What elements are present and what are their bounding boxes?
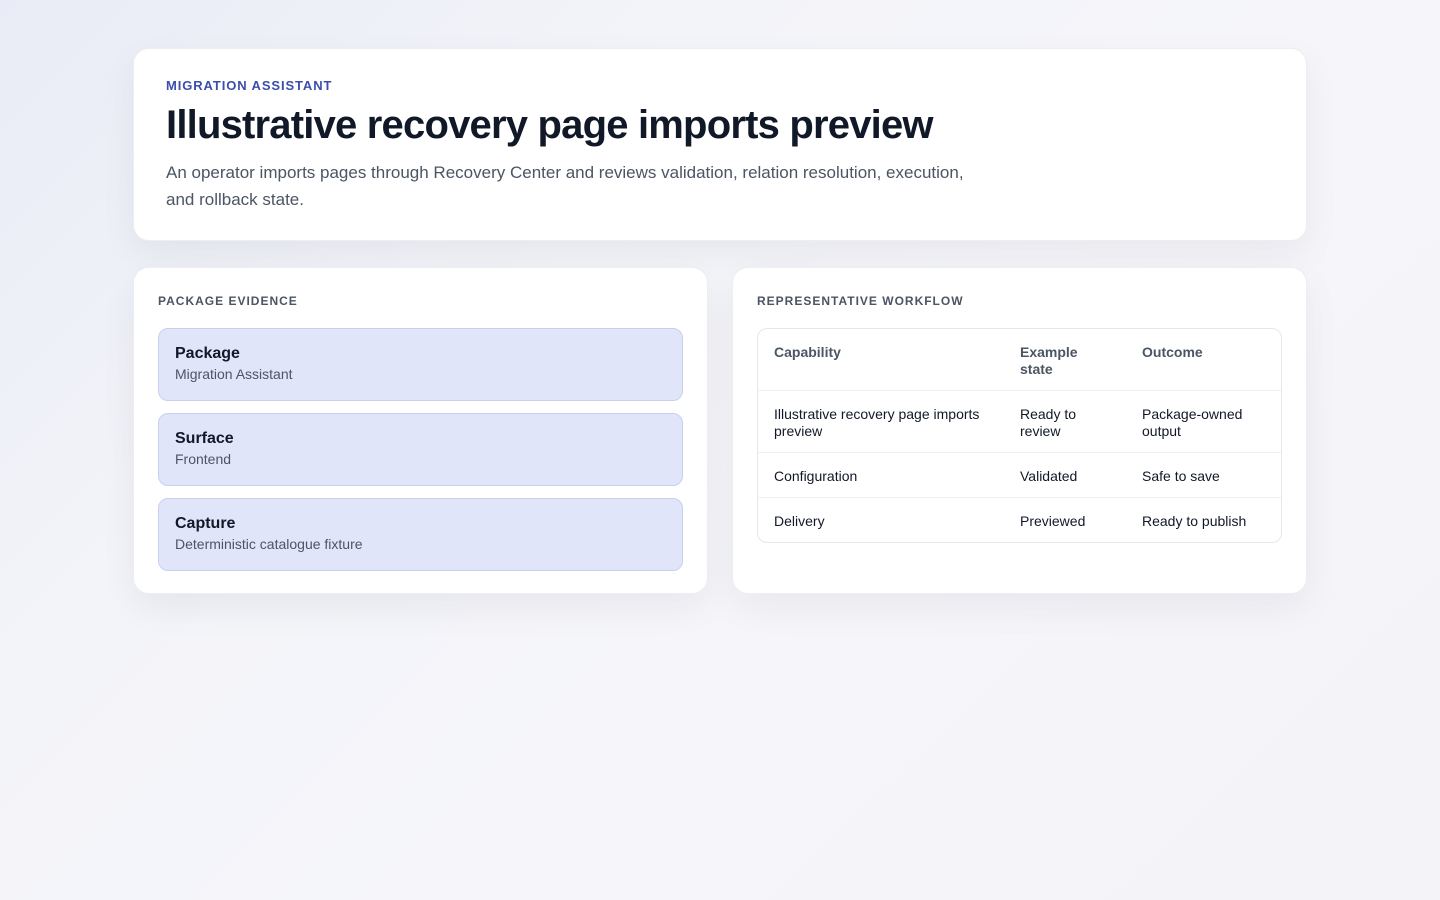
table-cell: Package-owned output: [1126, 390, 1281, 453]
column-header-outcome: Outcome: [1126, 329, 1281, 391]
representative-workflow-panel: REPRESENTATIVE WORKFLOW Capability Examp…: [732, 267, 1307, 594]
column-header-capability: Capability: [758, 329, 1004, 391]
workflow-table-container: Capability Example state Outcome Illustr…: [757, 328, 1282, 543]
table-cell: Validated: [1004, 452, 1126, 498]
table-header-row: Capability Example state Outcome: [758, 329, 1281, 391]
page-title: Illustrative recovery page imports previ…: [166, 103, 934, 147]
evidence-item-surface: Surface Frontend: [158, 413, 683, 486]
hero-card: MIGRATION ASSISTANT Illustrative recover…: [133, 48, 1307, 241]
workflow-table: Capability Example state Outcome Illustr…: [758, 329, 1281, 542]
evidence-value: Migration Assistant: [175, 366, 293, 382]
evidence-item-capture: Capture Deterministic catalogue fixture: [158, 498, 683, 571]
evidence-label: Capture: [175, 515, 236, 532]
eyebrow-label: MIGRATION ASSISTANT: [166, 78, 333, 93]
table-row: Delivery Previewed Ready to publish: [758, 498, 1281, 543]
content-grid: PACKAGE EVIDENCE Package Migration Assis…: [133, 267, 1307, 594]
column-header-example-state: Example state: [1004, 329, 1126, 391]
evidence-label: Surface: [175, 430, 234, 447]
table-cell: Delivery: [774, 513, 825, 529]
evidence-label: Package: [175, 345, 240, 362]
evidence-item-package: Package Migration Assistant: [158, 328, 683, 401]
table-row: Configuration Validated Safe to save: [758, 452, 1281, 498]
table-cell: Safe to save: [1126, 452, 1281, 498]
table-cell: Previewed: [1020, 513, 1086, 529]
evidence-value: Frontend: [175, 451, 232, 467]
table-cell: Ready to publish: [1142, 513, 1247, 529]
table-cell: Ready to review: [1004, 390, 1126, 453]
page-description: An operator imports pages through Recove…: [166, 163, 964, 209]
table-row: Illustrative recovery page imports previ…: [758, 390, 1281, 453]
representative-workflow-heading: REPRESENTATIVE WORKFLOW: [757, 294, 964, 308]
package-evidence-panel: PACKAGE EVIDENCE Package Migration Assis…: [133, 267, 708, 594]
evidence-value: Deterministic catalogue fixture: [175, 536, 363, 552]
package-evidence-heading: PACKAGE EVIDENCE: [158, 294, 298, 308]
page: MIGRATION ASSISTANT Illustrative recover…: [133, 48, 1307, 594]
table-cell: Configuration: [758, 452, 1004, 498]
table-cell: Illustrative recovery page imports previ…: [758, 390, 1004, 453]
